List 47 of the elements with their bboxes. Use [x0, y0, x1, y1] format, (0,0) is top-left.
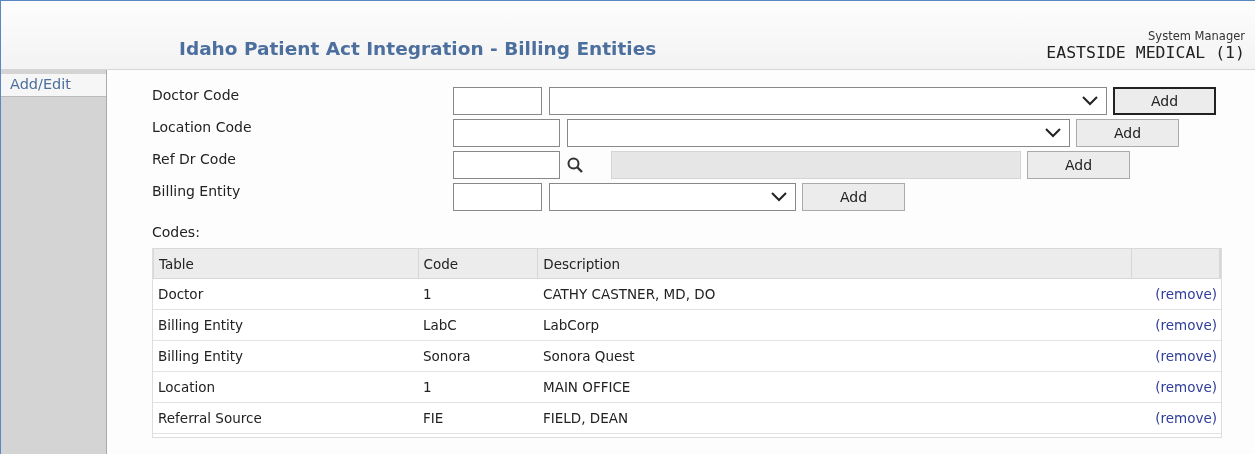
remove-link[interactable]: (remove) — [1155, 379, 1217, 395]
add-button[interactable]: Add — [1076, 119, 1179, 147]
table-cell-text: FIE — [422, 410, 445, 426]
dropdown[interactable] — [567, 119, 1070, 147]
table-cell-text: Doctor — [157, 286, 205, 302]
code-input[interactable] — [453, 151, 560, 179]
codes-label: Codes: — [152, 224, 201, 240]
dropdown[interactable] — [549, 183, 796, 211]
remove-link[interactable]: (remove) — [1155, 410, 1217, 426]
remove-link[interactable]: (remove) — [1155, 348, 1217, 364]
field-label: Location Code — [152, 119, 253, 135]
code-input[interactable] — [453, 87, 542, 115]
table-cell-text: LabC — [422, 317, 458, 333]
table-cell-text: LabCorp — [542, 317, 601, 333]
page-title: Idaho Patient Act Integration - Billing Entities — [179, 38, 657, 59]
search-icon[interactable] — [567, 157, 583, 173]
table-cell-text: CATHY CASTNER, MD, DO — [542, 286, 717, 302]
code-input[interactable] — [453, 183, 542, 211]
user-role: System Manager — [1148, 29, 1245, 43]
remove-link[interactable]: (remove) — [1155, 286, 1217, 302]
chevron-down-icon — [771, 192, 787, 202]
table-cell-text: Location — [157, 379, 217, 395]
chevron-down-icon — [1045, 128, 1061, 138]
column-header: Table — [154, 249, 419, 278]
practice-name: EASTSIDE MEDICAL (1) — [1046, 43, 1245, 62]
table-cell-text: Sonora Quest — [542, 348, 636, 364]
table-cell-text: FIELD, DEAN — [542, 410, 630, 426]
column-header: Description — [538, 249, 1133, 278]
table-cell-text: Referral Source — [157, 410, 263, 426]
dropdown[interactable] — [549, 87, 1107, 115]
field-label: Doctor Code — [152, 87, 241, 103]
table-cell-text: 1 — [422, 286, 433, 302]
table-cell-text: Billing Entity — [157, 348, 245, 364]
table-cell-text: Sonora — [422, 348, 472, 364]
code-input[interactable] — [453, 119, 560, 147]
field-label: Ref Dr Code — [152, 151, 237, 167]
sidebar-tab[interactable]: Add/Edit — [1, 74, 106, 97]
table-cell-text: Billing Entity — [157, 317, 245, 333]
add-button[interactable]: Add — [1027, 151, 1130, 179]
add-button[interactable]: Add — [802, 183, 905, 211]
column-header: Code — [418, 249, 539, 278]
table-cell-text: 1 — [422, 379, 433, 395]
add-button[interactable]: Add — [1113, 87, 1216, 115]
remove-link[interactable]: (remove) — [1155, 317, 1217, 333]
field-label: Billing Entity — [152, 183, 242, 199]
chevron-down-icon — [1082, 96, 1098, 106]
table-cell-text: MAIN OFFICE — [542, 379, 632, 395]
